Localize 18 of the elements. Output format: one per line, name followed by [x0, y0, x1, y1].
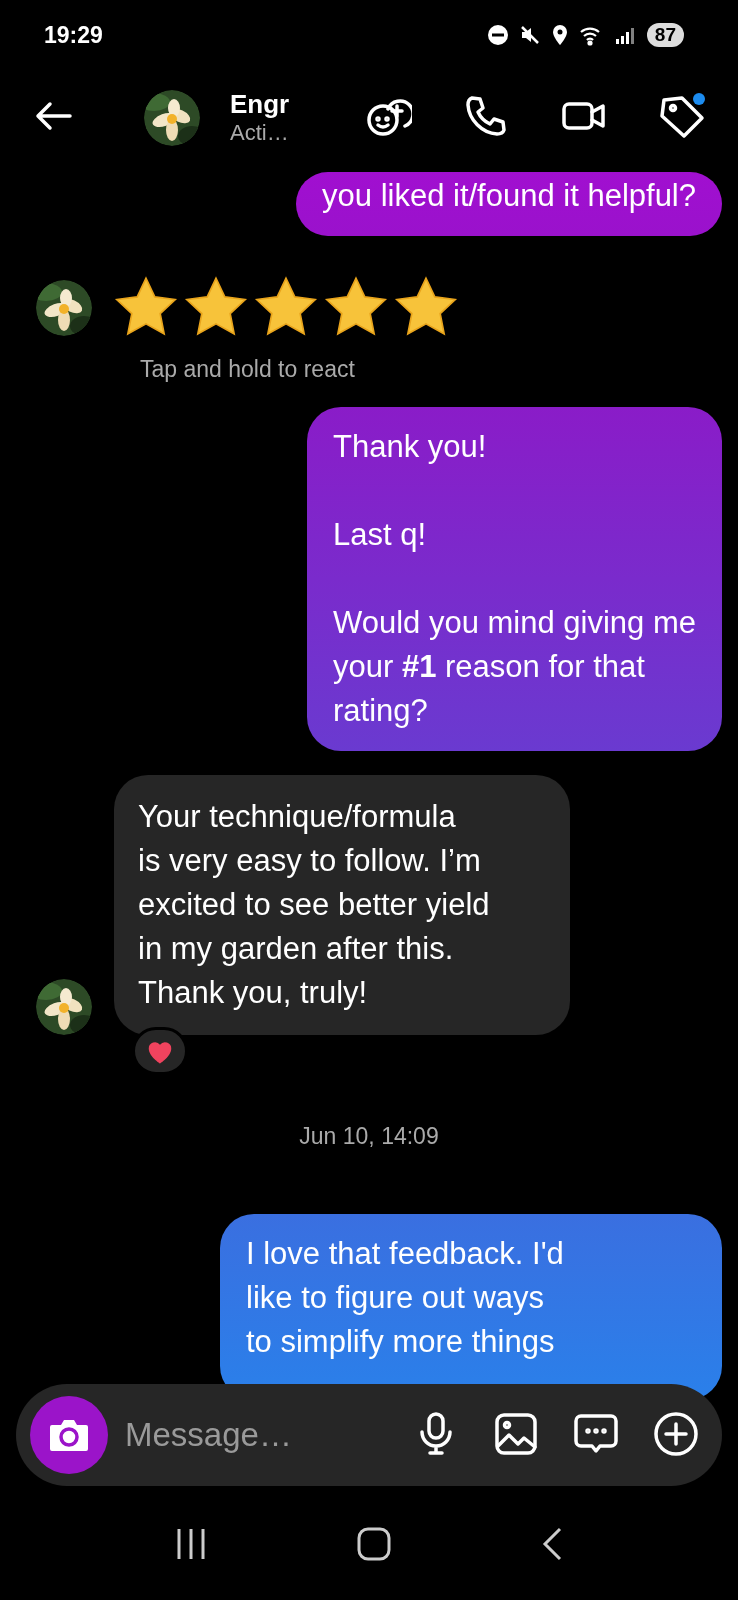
camera-button[interactable] — [30, 1396, 108, 1474]
message-bubble[interactable]: Your technique/formula is very easy to follow. I’m excited to see better yield in my garden after this. Thank you, truly! — [114, 775, 570, 1035]
timestamp: Jun 10, 14:09 — [298, 1123, 440, 1150]
signal-icon — [614, 25, 637, 45]
message-bubble[interactable]: you liked it/found it helpful? — [296, 172, 722, 236]
avatar[interactable] — [36, 979, 92, 1035]
status-time: 19:29 — [44, 21, 103, 49]
location-icon — [550, 24, 569, 46]
do-not-disturb-icon — [486, 24, 509, 46]
avatar[interactable] — [36, 280, 92, 336]
react-hint: Tap and hold to react — [140, 356, 356, 383]
message-bubble[interactable]: Thank you! Last q! Would you mind giving me your #1 reason for that rating? — [307, 407, 722, 751]
mute-icon — [518, 24, 541, 46]
message-input[interactable]: Message… — [123, 1415, 377, 1455]
active-status: Acti… — [230, 120, 290, 146]
battery-level: 87 — [646, 23, 684, 47]
contact-name[interactable]: Engr — [230, 89, 340, 120]
camera-icon — [48, 1417, 90, 1453]
